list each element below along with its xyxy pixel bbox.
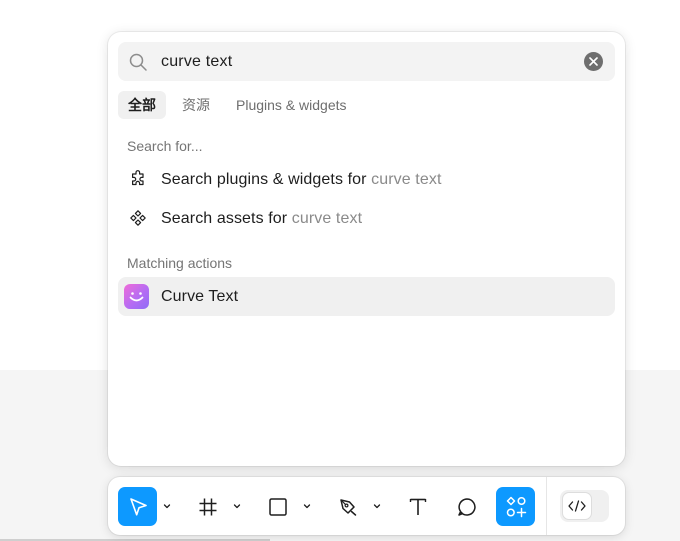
tab-all[interactable]: 全部 — [118, 91, 166, 119]
quick-actions-panel: curve text 全部 资源 Plugins & widgets Searc… — [108, 32, 625, 466]
search-input[interactable]: curve text — [161, 42, 232, 81]
search-box[interactable]: curve text — [118, 42, 615, 81]
move-tool-chevron-down-icon[interactable] — [162, 501, 172, 511]
tab-assets[interactable]: 资源 — [172, 91, 220, 119]
shape-tool-chevron-down-icon[interactable] — [302, 501, 312, 511]
search-assets-label: Search assets for curve text — [161, 210, 362, 228]
code-brackets-icon — [568, 500, 586, 512]
search-icon — [129, 53, 147, 71]
smile-icon — [129, 292, 144, 302]
search-assets-row[interactable]: Search assets for curve text — [118, 199, 615, 238]
bottom-toolbar — [108, 477, 625, 535]
search-assets-query: curve text — [291, 209, 363, 227]
text-tool-button[interactable] — [398, 487, 437, 526]
pen-tool-button[interactable] — [328, 487, 367, 526]
dev-mode-toggle[interactable] — [560, 490, 609, 522]
move-tool-button[interactable] — [118, 487, 157, 526]
toolbar-divider — [546, 477, 547, 535]
text-t-icon — [409, 498, 426, 515]
search-plugins-prefix: Search plugins & widgets for — [161, 170, 367, 188]
clear-search-button[interactable] — [584, 52, 603, 71]
shape-tool-button[interactable] — [258, 487, 297, 526]
actions-tool-button[interactable] — [496, 487, 535, 526]
dev-mode-knob — [563, 493, 591, 519]
section-label-matching-actions: Matching actions — [127, 255, 233, 271]
pen-nib-icon — [339, 498, 356, 516]
comment-bubble-icon — [457, 497, 476, 516]
tab-plugins-widgets[interactable]: Plugins & widgets — [226, 91, 357, 119]
comment-tool-button[interactable] — [447, 487, 486, 526]
rectangle-icon — [268, 497, 287, 516]
frame-tool-chevron-down-icon[interactable] — [232, 501, 242, 511]
cursor-arrow-icon — [129, 497, 147, 516]
curve-text-plugin-icon — [124, 284, 149, 309]
search-plugins-row[interactable]: Search plugins & widgets for curve text — [118, 160, 615, 199]
action-curve-text[interactable]: Curve Text — [118, 277, 615, 316]
actions-grid-icon — [506, 496, 526, 517]
filter-tabs: 全部 资源 Plugins & widgets — [118, 91, 363, 119]
frame-tool-button[interactable] — [188, 487, 227, 526]
close-icon — [589, 57, 598, 66]
search-assets-prefix: Search assets for — [161, 209, 288, 227]
section-label-search-for: Search for... — [127, 138, 203, 154]
search-plugins-query: curve text — [371, 170, 442, 188]
plugin-puzzle-icon — [132, 170, 144, 186]
action-curve-text-label: Curve Text — [161, 287, 239, 305]
pen-tool-chevron-down-icon[interactable] — [372, 501, 382, 511]
search-plugins-label: Search plugins & widgets for curve text — [161, 171, 441, 189]
assets-component-icon — [130, 210, 146, 226]
frame-hash-icon — [199, 498, 216, 515]
